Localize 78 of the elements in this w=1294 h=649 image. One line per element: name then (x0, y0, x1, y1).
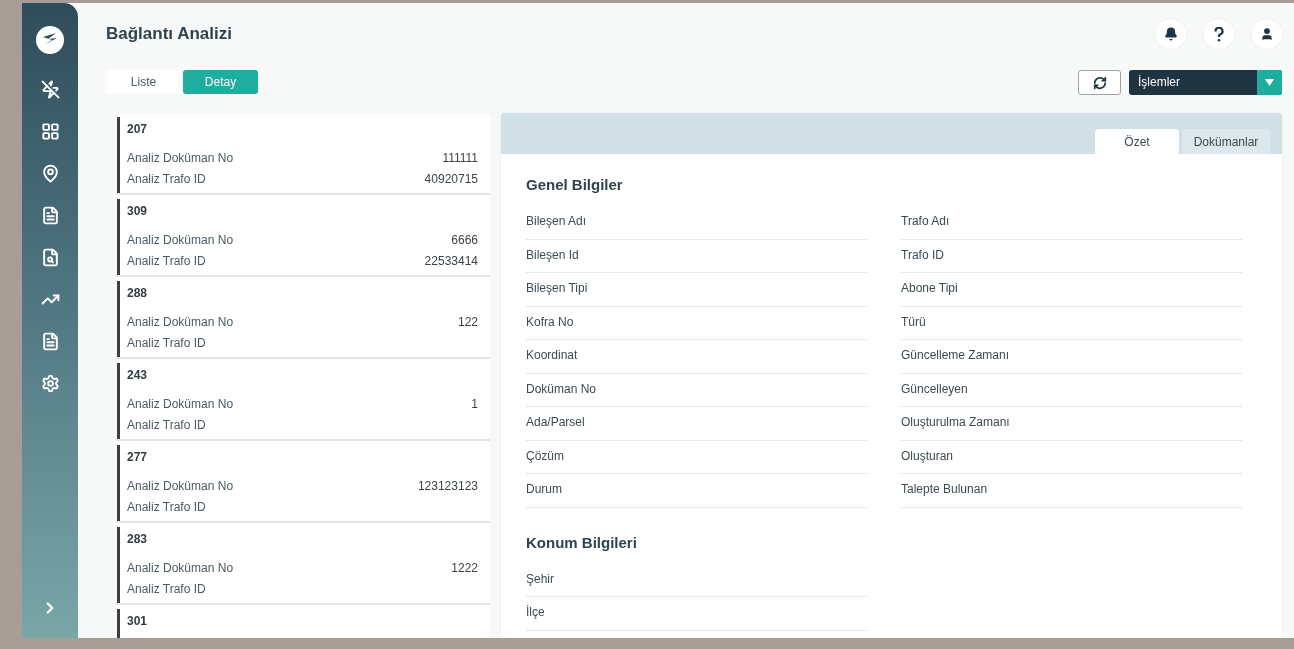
detail-label: Koordinat (526, 340, 867, 374)
field-value: 122 (457, 314, 478, 331)
record-item[interactable]: 277 Analiz Doküman No 123123123 Analiz Trafo ID (117, 445, 478, 521)
record-id: 301 (127, 614, 149, 628)
record-item[interactable]: 288 Analiz Doküman No 122 Analiz Trafo ID (117, 281, 478, 357)
record-item[interactable]: 243 Analiz Doküman No 1 Analiz Trafo ID (117, 363, 478, 439)
page-title: Bağlantı Analizi (106, 24, 232, 44)
section-title: Konum Bilgileri (526, 532, 638, 553)
view-tab[interactable]: Liste (106, 70, 181, 94)
refresh-button[interactable] (1078, 70, 1121, 95)
field-label: Analiz Doküman No (127, 478, 234, 495)
record-item[interactable]: 309 Analiz Doküman No 6666 Analiz Trafo ID 22533414 (117, 199, 478, 275)
detail-label: Şehir (526, 563, 867, 597)
detail-tab[interactable]: Özet (1095, 129, 1179, 154)
detail-label: Durum (526, 474, 867, 508)
field-value: 1 (471, 396, 478, 413)
record-item[interactable]: 301 (117, 609, 478, 638)
detail-label: Bileşen Adı (526, 206, 867, 240)
notifications-button[interactable] (1156, 19, 1186, 49)
field-value: 6666 (451, 232, 478, 249)
actions-dropdown[interactable]: İşlemler (1129, 70, 1282, 95)
field-label: Analiz Trafo ID (127, 417, 206, 434)
logo-icon (35, 25, 65, 55)
field-value: 1222 (451, 560, 478, 577)
field-label: Analiz Doküman No (127, 150, 234, 167)
field-label: Analiz Trafo ID (127, 253, 206, 270)
detail-label: Trafo ID (901, 239, 1242, 273)
field-label: Analiz Trafo ID (127, 581, 206, 598)
detail-label: İlçe (526, 597, 867, 631)
record-id: 243 (127, 368, 149, 382)
refresh-icon (1092, 75, 1107, 90)
detail-label: Talepte Bulunan (901, 474, 1242, 508)
detail-label: Bileşen Tipi (526, 273, 867, 307)
field-value: 22533414 (424, 253, 478, 270)
record-item[interactable]: 207 Analiz Doküman No 111111 Analiz Trafo ID 40920715 (117, 117, 478, 193)
field-label: Analiz Trafo ID (127, 335, 206, 352)
field-label: Analiz Doküman No (127, 314, 234, 331)
field-label: Analiz Doküman No (127, 560, 234, 577)
detail-label: Güncelleme Zamanı (901, 340, 1242, 374)
help-button[interactable] (1204, 19, 1234, 49)
record-id: 309 (127, 204, 149, 218)
caret-icon (1265, 79, 1274, 86)
detail-label: Bileşen Id (526, 239, 867, 273)
detail-label: Türü (901, 306, 1242, 340)
user-icon (1260, 27, 1274, 41)
record-id: 277 (127, 450, 149, 464)
detail-label: Çözüm (526, 440, 867, 474)
section-title: Genel Bilgiler (526, 175, 624, 195)
record-item[interactable]: 283 Analiz Doküman No 1222 Analiz Trafo ID (117, 527, 478, 603)
field-label: Analiz Trafo ID (127, 499, 206, 516)
field-label: Analiz Trafo ID (127, 171, 206, 188)
user-button[interactable] (1252, 19, 1282, 49)
map-pin-icon (40, 163, 60, 183)
detail-label: Güncelleyen (901, 373, 1242, 407)
field-label: Analiz Doküman No (127, 396, 234, 413)
document-icon (40, 205, 60, 225)
detail-label: Kofra No (526, 306, 867, 340)
field-label: Analiz Doküman No (127, 232, 234, 249)
detail-label: Trafo Adı (901, 206, 1242, 240)
field-value: 40920715 (424, 171, 478, 188)
record-id: 288 (127, 286, 149, 300)
record-id: 207 (127, 122, 149, 136)
dashboard-icon (40, 121, 60, 141)
detail-label: Abone Tipi (901, 273, 1242, 307)
document-search-icon (40, 247, 60, 267)
field-value: 123123123 (417, 478, 478, 495)
field-value: 111111 (442, 150, 478, 167)
record-id: 283 (127, 532, 149, 546)
detail-label: Oluşturulma Zamanı (901, 407, 1242, 441)
question-mark-icon (1214, 26, 1224, 42)
zap-off-icon (40, 79, 60, 99)
settings-icon (40, 373, 60, 393)
detail-label: Doküman No (526, 373, 867, 407)
bell-icon (1164, 27, 1178, 41)
detail-tab[interactable]: Dokümanlar (1182, 129, 1270, 154)
document-icon (40, 331, 60, 351)
detail-label: Ada/Parsel (526, 407, 867, 441)
detail-label: Oluşturan (901, 440, 1242, 474)
